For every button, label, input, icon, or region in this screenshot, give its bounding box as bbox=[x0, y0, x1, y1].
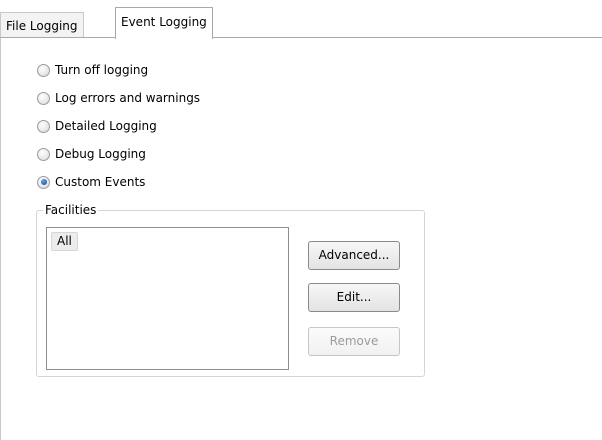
tab-file-logging[interactable]: File Logging bbox=[0, 12, 84, 38]
radio-log-errors-warnings[interactable]: Log errors and warnings bbox=[37, 89, 200, 107]
list-item[interactable]: All bbox=[51, 232, 78, 251]
radio-label: Custom Events bbox=[55, 175, 146, 189]
radio-turn-off-logging[interactable]: Turn off logging bbox=[37, 61, 148, 79]
radio-indicator[interactable] bbox=[37, 91, 50, 105]
radio-indicator[interactable] bbox=[37, 63, 50, 77]
tab-event-logging[interactable]: Event Logging bbox=[115, 7, 213, 39]
radio-custom-events[interactable]: Custom Events bbox=[37, 173, 145, 191]
radio-indicator[interactable] bbox=[37, 175, 50, 189]
facilities-list[interactable]: All bbox=[46, 227, 289, 370]
advanced-button[interactable]: Advanced... bbox=[308, 241, 400, 270]
radio-indicator[interactable] bbox=[37, 147, 50, 161]
remove-button[interactable]: Remove bbox=[308, 327, 400, 356]
radio-indicator[interactable] bbox=[37, 119, 50, 133]
radio-label: Log errors and warnings bbox=[55, 91, 201, 105]
radio-debug-logging[interactable]: Debug Logging bbox=[37, 145, 146, 163]
radio-label: Debug Logging bbox=[55, 147, 146, 161]
tab-bar: File Logging Event Logging bbox=[0, 6, 602, 39]
edit-button[interactable]: Edit... bbox=[308, 283, 400, 312]
radio-detailed-logging[interactable]: Detailed Logging bbox=[37, 117, 157, 135]
radio-label: Detailed Logging bbox=[55, 119, 157, 133]
facilities-legend: Facilities bbox=[43, 203, 99, 217]
radio-label: Turn off logging bbox=[55, 63, 149, 77]
